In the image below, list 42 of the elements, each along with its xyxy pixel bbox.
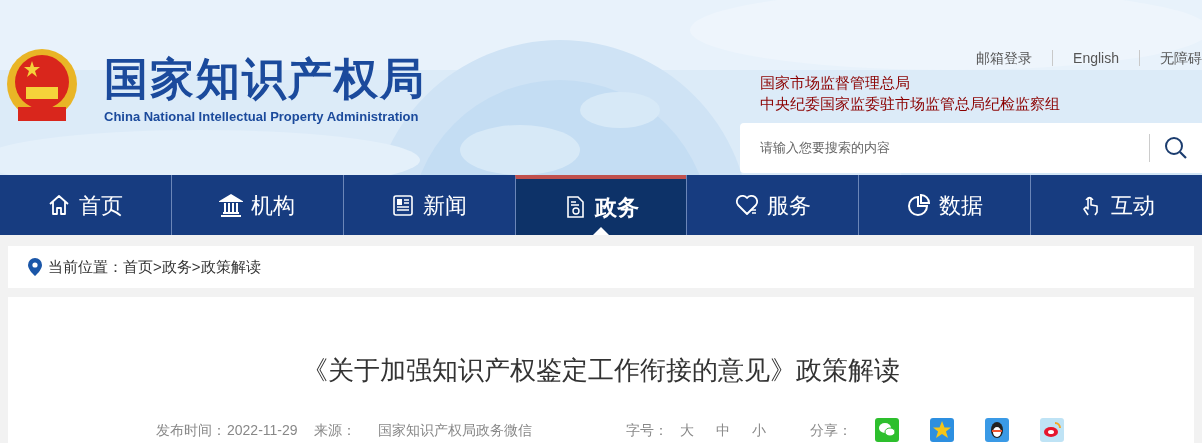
share-label: 分享：	[809, 420, 852, 440]
wechat-icon[interactable]	[874, 418, 899, 442]
breadcrumb-link[interactable]: 政务	[161, 255, 192, 279]
nav-tab[interactable]: 首页	[0, 175, 171, 235]
breadcrumb-link[interactable]: 政策解读	[200, 255, 261, 279]
nav-tab[interactable]: 互动	[1030, 175, 1202, 235]
font-size-link[interactable]: 小	[751, 419, 766, 441]
location-pin-icon	[28, 258, 42, 276]
site-title: 国家知识产权局	[104, 55, 426, 103]
institution-icon	[219, 193, 244, 217]
search-input[interactable]: 请输入您要搜索的内容	[740, 138, 1149, 158]
pie-icon	[906, 193, 931, 217]
source-label: 来源：	[313, 420, 356, 440]
selected-pointer-icon	[593, 227, 609, 235]
top-link[interactable]: 邮箱登录	[976, 47, 1033, 69]
top-link[interactable]: 无障碍	[1160, 47, 1202, 69]
font-size-link[interactable]: 中	[715, 419, 730, 441]
font-size-link[interactable]: 大	[679, 419, 694, 441]
nav-tab[interactable]: 机构	[170, 175, 343, 235]
heart-icon	[734, 193, 759, 217]
nav-tab[interactable]: 新闻	[342, 175, 515, 235]
affiliation-link[interactable]: 国家市场监督管理总局	[760, 72, 910, 93]
font-size-label: 字号：	[625, 420, 668, 440]
weibo-icon[interactable]	[1039, 418, 1064, 442]
breadcrumb-separator: >	[191, 256, 201, 277]
search-icon[interactable]	[1164, 136, 1188, 160]
affiliation-link[interactable]: 中央纪委国家监委驻市场监管总局纪检监察组	[760, 93, 1060, 114]
breadcrumb-link[interactable]: 首页	[123, 255, 153, 279]
news-icon	[391, 193, 416, 217]
article-title: 《关于加强知识产权鉴定工作衔接的意见》政策解读	[302, 354, 900, 387]
publish-date: 2022-11-29	[227, 420, 298, 440]
search-field[interactable]: 请输入您要搜索的内容	[740, 123, 1202, 173]
nav-tab[interactable]: 服务	[686, 175, 859, 235]
site-subtitle: China National Intellectual Property Administration	[104, 108, 420, 126]
top-link[interactable]: English	[1073, 47, 1119, 69]
breadcrumb-label: 当前位置：	[48, 256, 123, 277]
penguin-icon[interactable]	[984, 418, 1009, 442]
nav-tab[interactable]: 数据	[858, 175, 1031, 235]
nav-tab[interactable]: 政务	[514, 175, 687, 235]
source-text: 国家知识产权局政务微信	[377, 420, 532, 440]
breadcrumb-separator: >	[153, 256, 162, 277]
date-label: 发布时间：	[156, 420, 226, 440]
